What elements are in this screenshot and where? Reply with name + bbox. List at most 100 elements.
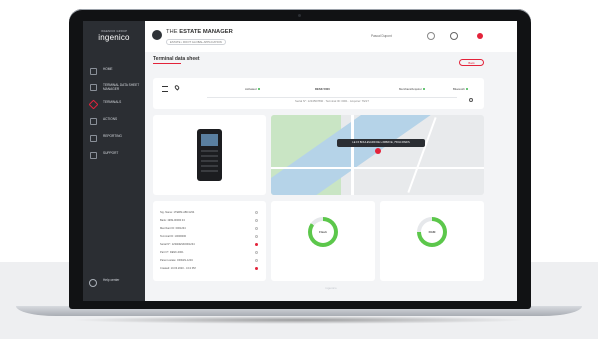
sidebar: INGENICO GROUP ingenico Home Terminal da… — [83, 21, 145, 301]
home-icon — [90, 68, 97, 75]
status-label: Activated — [245, 87, 257, 91]
sidebar-item-label: Terminal data sheet manager — [103, 83, 140, 91]
terminal-info-bar: Activated DESK 5000 Merchant/Acquirer Bl… — [153, 78, 484, 109]
detail-row: Terminal ID: 10000000 — [160, 233, 260, 241]
detail-row: Bank: 1999-00000 43 — [160, 217, 260, 225]
laptop-scene: INGENICO GROUP ingenico Home Terminal da… — [0, 0, 598, 339]
detail-text: Created: 10.03.2020 - 4:13 PM — [160, 267, 196, 270]
terminal-display — [201, 134, 218, 146]
app-title: THE ESTATE MANAGER — [166, 29, 233, 35]
top-bar: THE ESTATE MANAGER ESTATE • ROOT GLOBAL … — [145, 21, 517, 52]
document-icon — [90, 84, 97, 91]
sidebar-item-data-sheet-manager[interactable]: Terminal data sheet manager — [83, 81, 145, 95]
power-icon[interactable] — [450, 32, 458, 40]
detail-row: Created: 10.03.2020 - 4:13 PM — [160, 265, 260, 273]
laptop-shadow — [70, 316, 528, 324]
map-road — [271, 167, 484, 169]
status-badge: Activated — [245, 87, 260, 91]
merchant-status: Merchant/Acquirer — [399, 87, 425, 91]
sidebar-item-actions[interactable]: Actions — [83, 115, 145, 129]
location-pin-icon[interactable] — [173, 84, 181, 91]
sidebar-item-label: Terminals — [103, 100, 122, 104]
sidebar-item-label: Home — [103, 67, 113, 71]
sidebar-item-label: Actions — [103, 117, 118, 121]
detail-row: Part N°: DESK-0001 — [160, 249, 260, 257]
ram-gauge: RAM — [417, 217, 447, 247]
actions-icon — [90, 118, 97, 125]
sidebar-item-support[interactable]: Support — [83, 149, 145, 163]
status-indicator — [255, 259, 258, 262]
status-indicator — [255, 235, 258, 238]
location-map[interactable]: LE 15 BOULEVARD DE L'ABBAYE, 75014 PARIS — [271, 115, 484, 195]
back-button[interactable]: Back — [459, 59, 484, 66]
payment-terminal-image — [197, 129, 222, 181]
app-title-prefix: THE — [166, 29, 178, 35]
warning-indicator — [255, 243, 258, 246]
sidebar-item-label: Support — [103, 151, 119, 155]
sidebar-item-home[interactable]: Home — [83, 65, 145, 79]
detail-text: Sig. Name: 1TERM-ABC1234 — [160, 211, 195, 214]
notification-icon[interactable] — [477, 33, 483, 39]
detail-text: Parent estate: ORIGIN-1234 — [160, 259, 193, 262]
detail-text: Serial N°: 1234DESK0001234 — [160, 243, 195, 246]
footer-logo: ingenico — [325, 286, 337, 290]
app-subtitle[interactable]: ESTATE • ROOT GLOBAL APPLICATION — [166, 39, 226, 45]
app-screen: INGENICO GROUP ingenico Home Terminal da… — [83, 21, 517, 301]
camera-icon — [298, 14, 301, 17]
flash-gauge: Flash — [308, 217, 338, 247]
search-icon[interactable] — [469, 98, 473, 102]
status-indicator — [255, 251, 258, 254]
ram-gauge-label: RAM — [421, 221, 443, 243]
detail-row: Merchant ID: 0001234 — [160, 225, 260, 233]
map-pin-icon[interactable] — [375, 148, 381, 154]
bluetooth-dot — [465, 88, 468, 91]
bluetooth-status: Bluetooth — [453, 87, 468, 91]
main-content: THE ESTATE MANAGER ESTATE • ROOT GLOBAL … — [145, 21, 517, 301]
estate-selector[interactable]: ESTATE • ROOT GLOBAL APPLICATION — [166, 39, 226, 45]
map-road — [407, 117, 437, 193]
title-underline — [153, 63, 181, 64]
help-center-label: Help center — [103, 278, 120, 282]
terminal-icon — [88, 99, 99, 110]
sidebar-item-terminals[interactable]: Terminals — [83, 98, 145, 112]
ram-gauge-card: RAM — [380, 201, 484, 281]
sidebar-item-reporting[interactable]: Reporting — [83, 132, 145, 146]
status-indicator — [255, 211, 258, 214]
help-center-link[interactable]: Help center — [89, 277, 139, 291]
support-icon — [90, 152, 97, 159]
status-dot — [257, 88, 260, 91]
merchant-dot — [422, 88, 425, 91]
terminal-search-field[interactable]: Serial N°: 1234567890 · Terminal ID: 000… — [207, 97, 457, 105]
terminal-details-card: Sig. Name: 1TERM-ABC1234 Bank: 1999-0000… — [153, 201, 266, 281]
merchant-label: Merchant/Acquirer — [399, 87, 422, 91]
detail-row: Sig. Name: 1TERM-ABC1234 — [160, 209, 260, 217]
detail-text: Bank: 1999-00000 43 — [160, 219, 185, 222]
map-road — [351, 115, 354, 195]
sidebar-item-label: Reporting — [103, 134, 122, 138]
help-icon — [89, 279, 97, 287]
terminal-keypad — [201, 150, 218, 174]
detail-text: Terminal ID: 10000000 — [160, 235, 187, 238]
brand-logo[interactable]: INGENICO GROUP ingenico — [91, 30, 137, 42]
brand-name: ingenico — [98, 33, 130, 42]
flash-gauge-label: Flash — [312, 221, 334, 243]
user-icon[interactable] — [427, 32, 435, 40]
status-indicator — [255, 219, 258, 222]
detail-text: Part N°: DESK-0001 — [160, 251, 184, 254]
detail-text: Merchant ID: 0001234 — [160, 227, 186, 230]
app-title-main: ESTATE MANAGER — [179, 29, 233, 35]
status-indicator — [255, 227, 258, 230]
user-name: Pascal Dupont — [371, 34, 392, 38]
chart-icon — [90, 135, 97, 142]
app-avatar — [152, 30, 162, 40]
menu-icon[interactable] — [162, 86, 168, 92]
terminal-model: DESK 5000 — [315, 87, 330, 91]
detail-row: Parent estate: ORIGIN-1234 — [160, 257, 260, 265]
terminal-image-card — [153, 115, 266, 195]
bluetooth-label: Bluetooth — [453, 87, 465, 91]
page-title: Terminal data sheet — [153, 56, 200, 62]
map-address-tooltip: LE 15 BOULEVARD DE L'ABBAYE, 75014 PARIS — [337, 139, 425, 147]
warning-indicator — [255, 267, 258, 270]
detail-row: Serial N°: 1234DESK0001234 — [160, 241, 260, 249]
flash-gauge-card: Flash — [271, 201, 375, 281]
